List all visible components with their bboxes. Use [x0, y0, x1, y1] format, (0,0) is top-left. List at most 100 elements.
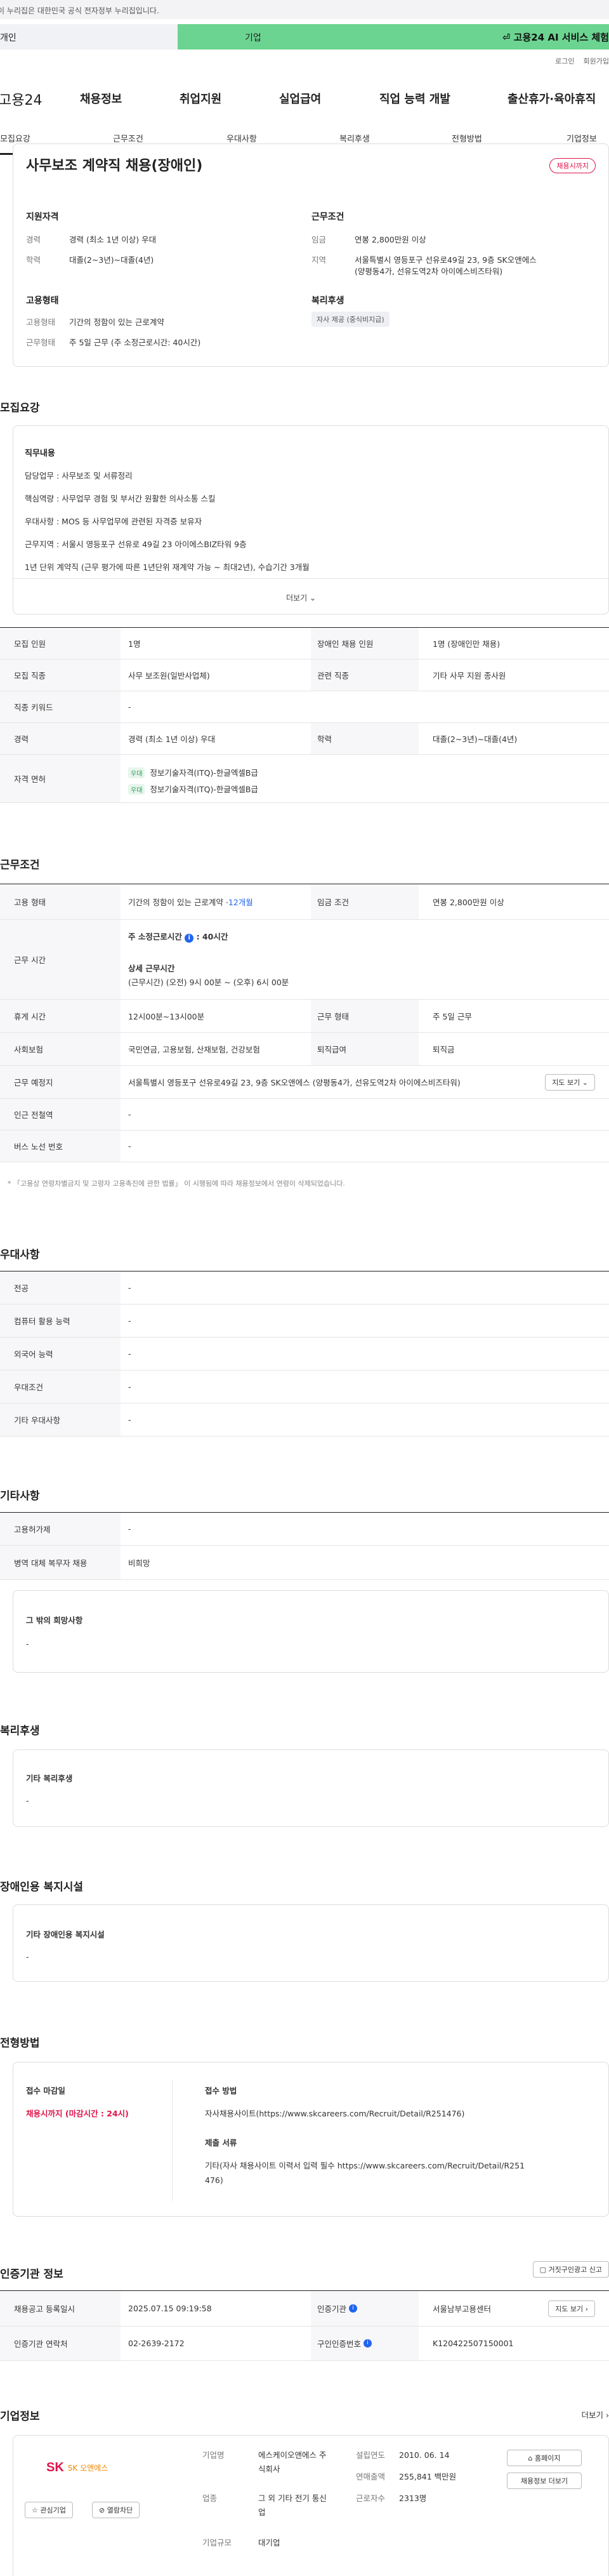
job-summary-card: 사무보조 계약직 채용(장애인) 채용시까지 지원자격 경력 경력 (최소 1년 …: [13, 143, 609, 367]
report-button[interactable]: ▢ 거짓구인광고 신고: [532, 2261, 609, 2278]
job-title: 사무보조 계약직 채용(장애인): [26, 158, 203, 174]
gnb-item-jobs[interactable]: 채용정보: [80, 90, 122, 107]
signup-link[interactable]: 회원가입: [584, 57, 609, 65]
gnb-item-employment-support[interactable]: 취업지원: [180, 90, 221, 107]
sk-logo-icon: SK: [46, 2460, 64, 2474]
company-info: 근로자수 2313명: [356, 2493, 427, 2503]
deadline-value: 채용시까지 (마감시간 : 24시): [26, 2109, 129, 2118]
table-row: 고용 형태 기간의 정함이 있는 근로계약 · 12개월 임금 조건 연봉 2,8…: [0, 884, 609, 920]
etc-heading: 기타사항: [0, 1490, 40, 1503]
subnav-welfare[interactable]: 복리후생: [339, 132, 370, 144]
docs-value-cont: 476): [205, 2175, 223, 2185]
site-logo[interactable]: 고용24: [0, 89, 42, 109]
info-icon[interactable]: i: [185, 934, 194, 943]
table-row: 병역 대체 복무자 채용 비희망: [0, 1546, 609, 1580]
company-info: 기업규모: [202, 2538, 232, 2547]
star-icon: ☆: [32, 2506, 38, 2514]
company-heading: 기업정보: [0, 2410, 40, 2423]
company-info: 연매출액 255,841 백만원: [356, 2472, 457, 2481]
table-row: 인근 전철역 -: [0, 1099, 609, 1131]
map-button[interactable]: 지도 보기 ⌄: [545, 1074, 595, 1091]
hope-card: 그 밖의 희망사항 -: [13, 1590, 609, 1673]
company-jobs-button[interactable]: 채용정보 더보기: [507, 2473, 582, 2489]
duty-line: 담당업무 : 사무보조 및 서류정리: [25, 471, 133, 481]
method-value: 자사채용사이트(https://www.skcareers.com/Recrui…: [205, 2109, 465, 2118]
hope-label: 그 밖의 희망사항: [26, 1616, 83, 1625]
top-tabbar: 개인 기업 ⏎ 고용24 AI 서비스 체험: [0, 24, 609, 50]
follow-company-button[interactable]: ☆ 관심기업: [25, 2502, 73, 2518]
deadline-label: 접수 마감일: [26, 2086, 65, 2095]
table-row: 인증기관 연락처 02-2639-2172 구인인증번호 i K120422507…: [0, 2327, 609, 2361]
welfare-tag: 자사 제공 (중식비지급): [311, 312, 390, 327]
age-note: * 「고용상 연령차별금지 및 고령자 고용촉진에 관한 법률」 이 시행됨에 …: [8, 1179, 345, 1188]
chevron-down-icon: ⌄: [309, 594, 317, 602]
table-row: 사회보험 국민연금, 고용보험, 산재보험, 건강보험 퇴직급여 퇴직금: [0, 1033, 609, 1066]
disabled-heading: 장애인용 복지시설: [0, 1881, 84, 1894]
table-row: 전공 -: [0, 1271, 609, 1305]
global-nav: 고용24 채용정보 취업지원 실업급여 직업 능력 개발 출산휴가·육아휴직: [0, 89, 609, 109]
qual-row: 학력 대졸(2~3년)~대졸(4년): [26, 255, 154, 265]
contract-period-link[interactable]: 12개월: [228, 896, 253, 908]
process-card: 접수 마감일 채용시까지 (마감시간 : 24시) 접수 방법 자사채용사이트(…: [13, 2062, 609, 2217]
docs-label: 제출 서류: [205, 2138, 237, 2148]
gnb-item-unemployment[interactable]: 실업급여: [279, 90, 321, 107]
tab-company[interactable]: 기업 ⏎ 고용24 AI 서비스 체험: [178, 24, 609, 50]
subnav-preference[interactable]: 우대사항: [226, 132, 257, 144]
block-icon: ⊘: [99, 2506, 105, 2514]
company-more-link[interactable]: 더보기 ›: [582, 2408, 609, 2420]
divider: [172, 2080, 173, 2201]
duty-heading: 직무내용: [25, 449, 55, 458]
table-row: 근무 시간 주 소정근로시간 i : 40시간 상세 근무시간 (근무시간) (…: [0, 920, 609, 1000]
subnav-recruit[interactable]: 모집요강: [0, 132, 30, 144]
work-heading: 근무조건: [0, 859, 40, 872]
cert-map-button[interactable]: 지도 보기 ›: [548, 2300, 595, 2317]
cond-row: 지역 서울특별시 영등포구 선유로49길 23, 9층 SK오앤에스: [311, 255, 537, 265]
subnav-conditions[interactable]: 근무조건: [113, 132, 143, 144]
home-icon: ⌂: [528, 2454, 533, 2462]
company-industry: 그 외 기타 전기 통신업: [258, 2493, 327, 2517]
cond-row: 임금 연봉 2,800만원 이상: [311, 235, 426, 244]
chevron-right-icon: ›: [585, 2305, 588, 2313]
gnb-item-leave[interactable]: 출산휴가·육아휴직: [508, 90, 596, 107]
company-card: SK SK 오앤에스 ☆ 관심기업 ⊘ 열람차단 기업명 에스케이오앤에스 주식…: [13, 2435, 609, 2576]
gnb-item-training[interactable]: 직업 능력 개발: [379, 90, 450, 107]
info-icon[interactable]: i: [349, 2304, 357, 2313]
license-item: 우대 정보기술자격(ITQ)-한글엑셀B급: [128, 766, 258, 778]
table-row: 휴게 시간 12시00분~13시00분 근무 형태 주 5일 근무: [0, 1000, 609, 1033]
info-icon[interactable]: i: [363, 2339, 372, 2347]
more-button[interactable]: 더보기 ⌄: [286, 592, 316, 603]
welfare-section-heading: 복리후생: [0, 1725, 40, 1737]
homepage-button[interactable]: ⌂ 홈페이지: [507, 2450, 582, 2466]
emp-row: 고용형태 기간의 정함이 있는 근로계약: [26, 317, 164, 327]
company-logo: SK SK 오앤에스: [46, 2460, 108, 2474]
table-row: 기타 우대사항 -: [0, 1404, 609, 1437]
block-company-button[interactable]: ⊘ 열람차단: [92, 2502, 140, 2518]
table-row: 모집 인원 1명 장애인 채용 인원 1명 (장애인만 채용): [0, 628, 609, 660]
table-row: 고용허가제 -: [0, 1513, 609, 1546]
table-row: 직종 키워드 -: [0, 691, 609, 723]
emp-row: 근무형태 주 5일 근무 (주 소정근로시간: 40시간): [26, 338, 201, 347]
ai-service-link[interactable]: ⏎ 고용24 AI 서비스 체험: [502, 30, 609, 44]
company-name: 에스케이오앤에스 주식회사: [258, 2450, 327, 2474]
welfare-card: 기타 복리후생 -: [13, 1749, 609, 1827]
qual-row: 경력 경력 (최소 1년 이상) 우대: [26, 235, 157, 244]
table-row: 모집 직종 사무 보조원(일반사업체) 관련 직종 기타 사무 지원 종사원: [0, 660, 609, 691]
process-heading: 전형방법: [0, 2037, 40, 2050]
recruit-heading: 모집요강: [0, 402, 40, 415]
subnav-process[interactable]: 전형방법: [452, 132, 482, 144]
deadline-badge: 채용시까지: [549, 158, 596, 173]
subnav-company[interactable]: 기업정보: [566, 132, 597, 144]
table-row: 외국어 능력 -: [0, 1338, 609, 1371]
duty-card: 직무내용 담당업무 : 사무보조 및 서류정리 핵심역량 : 사무업무 경험 및…: [13, 425, 609, 614]
login-link[interactable]: 로그인: [555, 57, 574, 65]
chevron-down-icon: ⌄: [582, 1079, 588, 1087]
divider: [13, 578, 608, 579]
emp-heading: 고용형태: [26, 296, 59, 306]
table-row: 채용공고 등록일시 2025.07.15 09:19:58 인증기관 i 서울남부…: [0, 2291, 609, 2327]
method-label: 접수 방법: [205, 2086, 237, 2095]
tab-personal[interactable]: 개인: [0, 24, 178, 50]
disabled-label: 기타 장애인용 복지시설: [26, 1930, 105, 1939]
duty-line: 우대사항 : MOS 등 사무업무에 관련된 자격증 보유자: [25, 517, 202, 526]
license-item: 우대 정보기술자격(ITQ)-한글엑셀B급: [128, 783, 258, 795]
hours-detail: (근무시간) (오전) 9시 00분 ~ (오후) 6시 00분: [128, 978, 289, 987]
